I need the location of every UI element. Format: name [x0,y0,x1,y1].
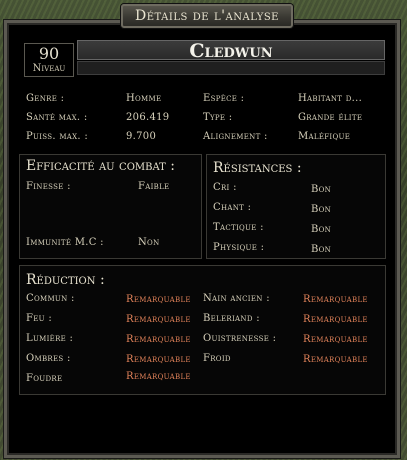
puissance-label: Puiss. max. : [26,131,89,142]
reduc-lumiere-label: Lumière : [26,333,74,344]
alignement-label: Alignement : [203,131,268,142]
resist-tactique-value: Bon [311,224,332,235]
resist-cri-label: Cri : [213,182,237,193]
reduc-nain-label: Nain ancien : [203,293,270,304]
resist-cri-value: Bon [311,184,332,195]
reduc-feu-label: Feu : [26,313,52,324]
type-value: Grande élite [298,112,363,123]
reduc-nain-value: Remarquable [303,294,368,305]
resist-chant-label: Chant : [213,202,252,213]
immunite-value: Non [138,237,160,248]
espece-value: Habitant d... [298,93,363,104]
reduc-lumiere-value: Remarquable [126,334,191,345]
immunite-label: Immunité M.C : [26,237,104,248]
reduction-title: Réduction : [26,272,105,288]
window-title[interactable]: Détails de l'analyse [121,4,293,28]
reduc-froid-value: Remarquable [303,354,368,365]
reduc-beleriand-label: Beleriand : [203,313,260,324]
reduc-foudre-label: Foudre [26,373,63,384]
efficacite-panel: Efficacité au combat : Finesse : Faible … [19,154,202,259]
reduc-froid-label: Froid [203,353,231,364]
reduc-beleriand-value: Remarquable [303,314,368,325]
reduc-commun-label: Commun : [26,293,75,304]
genre-value: Homme [126,93,162,104]
puissance-value: 9.700 [126,131,157,142]
resist-chant-value: Bon [311,204,332,215]
window-title-text: Détails de l'analyse [135,8,279,24]
resist-tactique-label: Tactique : [213,222,264,233]
reduction-panel: Réduction : Commun : Remarquable Nain an… [19,265,386,395]
espece-label: Espèce : [203,93,245,104]
reduc-ombres-label: Ombres : [26,353,71,364]
type-label: Type : [203,112,233,123]
resistances-title: Résistances : [213,160,302,176]
efficacite-title: Efficacité au combat : [26,158,175,174]
resist-physique-label: Physique : [213,242,265,253]
reduc-commun-value: Remarquable [126,294,191,305]
finesse-label: Finesse : [26,181,71,192]
reduc-ombres-value: Remarquable [126,354,191,365]
reduc-foudre-value: Remarquable [126,371,191,382]
sante-label: Santé max. : [26,112,88,123]
reduc-ouistrenesse-label: Ouistrenesse : [203,333,277,344]
resist-physique-value: Bon [311,244,332,255]
name-subbar [77,61,385,75]
level-number: 90 [38,44,60,63]
sante-value: 206.419 [126,112,170,123]
character-name: Cledwun [77,40,385,61]
alignement-value: Maléfique [298,131,351,142]
level-label: Niveau [32,63,66,74]
reduc-feu-value: Remarquable [126,314,191,325]
finesse-value: Faible [138,181,170,192]
reduc-ouistrenesse-value: Remarquable [303,334,368,345]
genre-label: Genre : [26,93,65,104]
level-box: 90 Niveau [24,43,74,77]
resistances-panel: Résistances : Cri : Bon Chant : Bon Tact… [206,154,386,259]
